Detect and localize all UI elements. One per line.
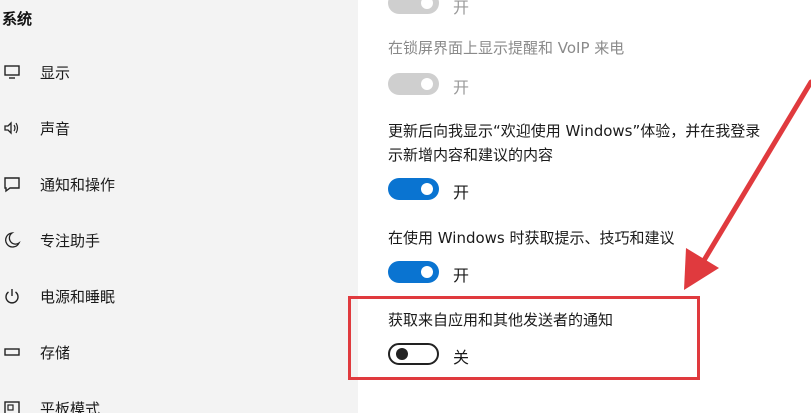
sidebar-item-label: 声音 bbox=[40, 119, 71, 138]
power-icon bbox=[2, 286, 22, 306]
toggle-state-label: 开 bbox=[453, 183, 470, 202]
toggle-state-label: 开 bbox=[453, 78, 470, 97]
annotation-highlight-box bbox=[348, 296, 700, 380]
sidebar-item-label: 通知和操作 bbox=[40, 175, 116, 194]
toggle-tips-tricks[interactable] bbox=[388, 261, 439, 283]
storage-icon bbox=[2, 342, 22, 362]
setting-welcome-experience-label-line2: 示新增内容和建议的内容 bbox=[388, 146, 554, 164]
tablet-icon bbox=[2, 398, 22, 413]
toggle-knob bbox=[421, 183, 433, 195]
toggle-knob bbox=[421, 0, 433, 9]
toggle-welcome-experience[interactable] bbox=[388, 178, 439, 200]
sidebar-item-label: 电源和睡眠 bbox=[40, 287, 116, 306]
toggle-switch-top[interactable] bbox=[388, 0, 439, 14]
toggle-knob bbox=[421, 78, 433, 90]
sidebar-item-sound[interactable]: 声音 bbox=[0, 110, 358, 146]
toggle-state-label: 开 bbox=[453, 266, 470, 285]
setting-lockscreen-voip-label: 在锁屏界面上显示提醒和 VoIP 来电 bbox=[388, 39, 625, 57]
sidebar-item-notifications[interactable]: 通知和操作 bbox=[0, 166, 358, 202]
sidebar-item-label: 专注助手 bbox=[40, 231, 101, 250]
setting-welcome-experience-label-line1: 更新后向我显示“欢迎使用 Windows”体验，并在我登录 bbox=[388, 122, 761, 140]
sidebar-item-power-sleep[interactable]: 电源和睡眠 bbox=[0, 278, 358, 314]
sidebar-item-storage[interactable]: 存储 bbox=[0, 334, 358, 370]
sidebar-item-display[interactable]: 显示 bbox=[0, 54, 358, 90]
sidebar-item-focus-assist[interactable]: 专注助手 bbox=[0, 222, 358, 258]
speaker-icon bbox=[2, 118, 22, 138]
sidebar-item-label: 显示 bbox=[40, 63, 71, 82]
sidebar: 系统 显示 声音 通知和操作 专注助手 电源和睡眠 存储 平板模式 bbox=[0, 0, 358, 413]
sidebar-item-label: 平板模式 bbox=[40, 399, 101, 413]
sidebar-title: 系统 bbox=[2, 10, 33, 28]
setting-tips-tricks-label: 在使用 Windows 时获取提示、技巧和建议 bbox=[388, 229, 675, 247]
toggle-state-label: 开 bbox=[453, 0, 470, 17]
toggle-knob bbox=[421, 266, 433, 278]
sidebar-item-tablet-mode[interactable]: 平板模式 bbox=[0, 390, 358, 413]
notification-icon bbox=[2, 174, 22, 194]
sidebar-item-label: 存储 bbox=[40, 343, 71, 362]
moon-icon bbox=[2, 230, 22, 250]
monitor-icon bbox=[2, 62, 22, 82]
toggle-lockscreen-voip[interactable] bbox=[388, 73, 439, 95]
